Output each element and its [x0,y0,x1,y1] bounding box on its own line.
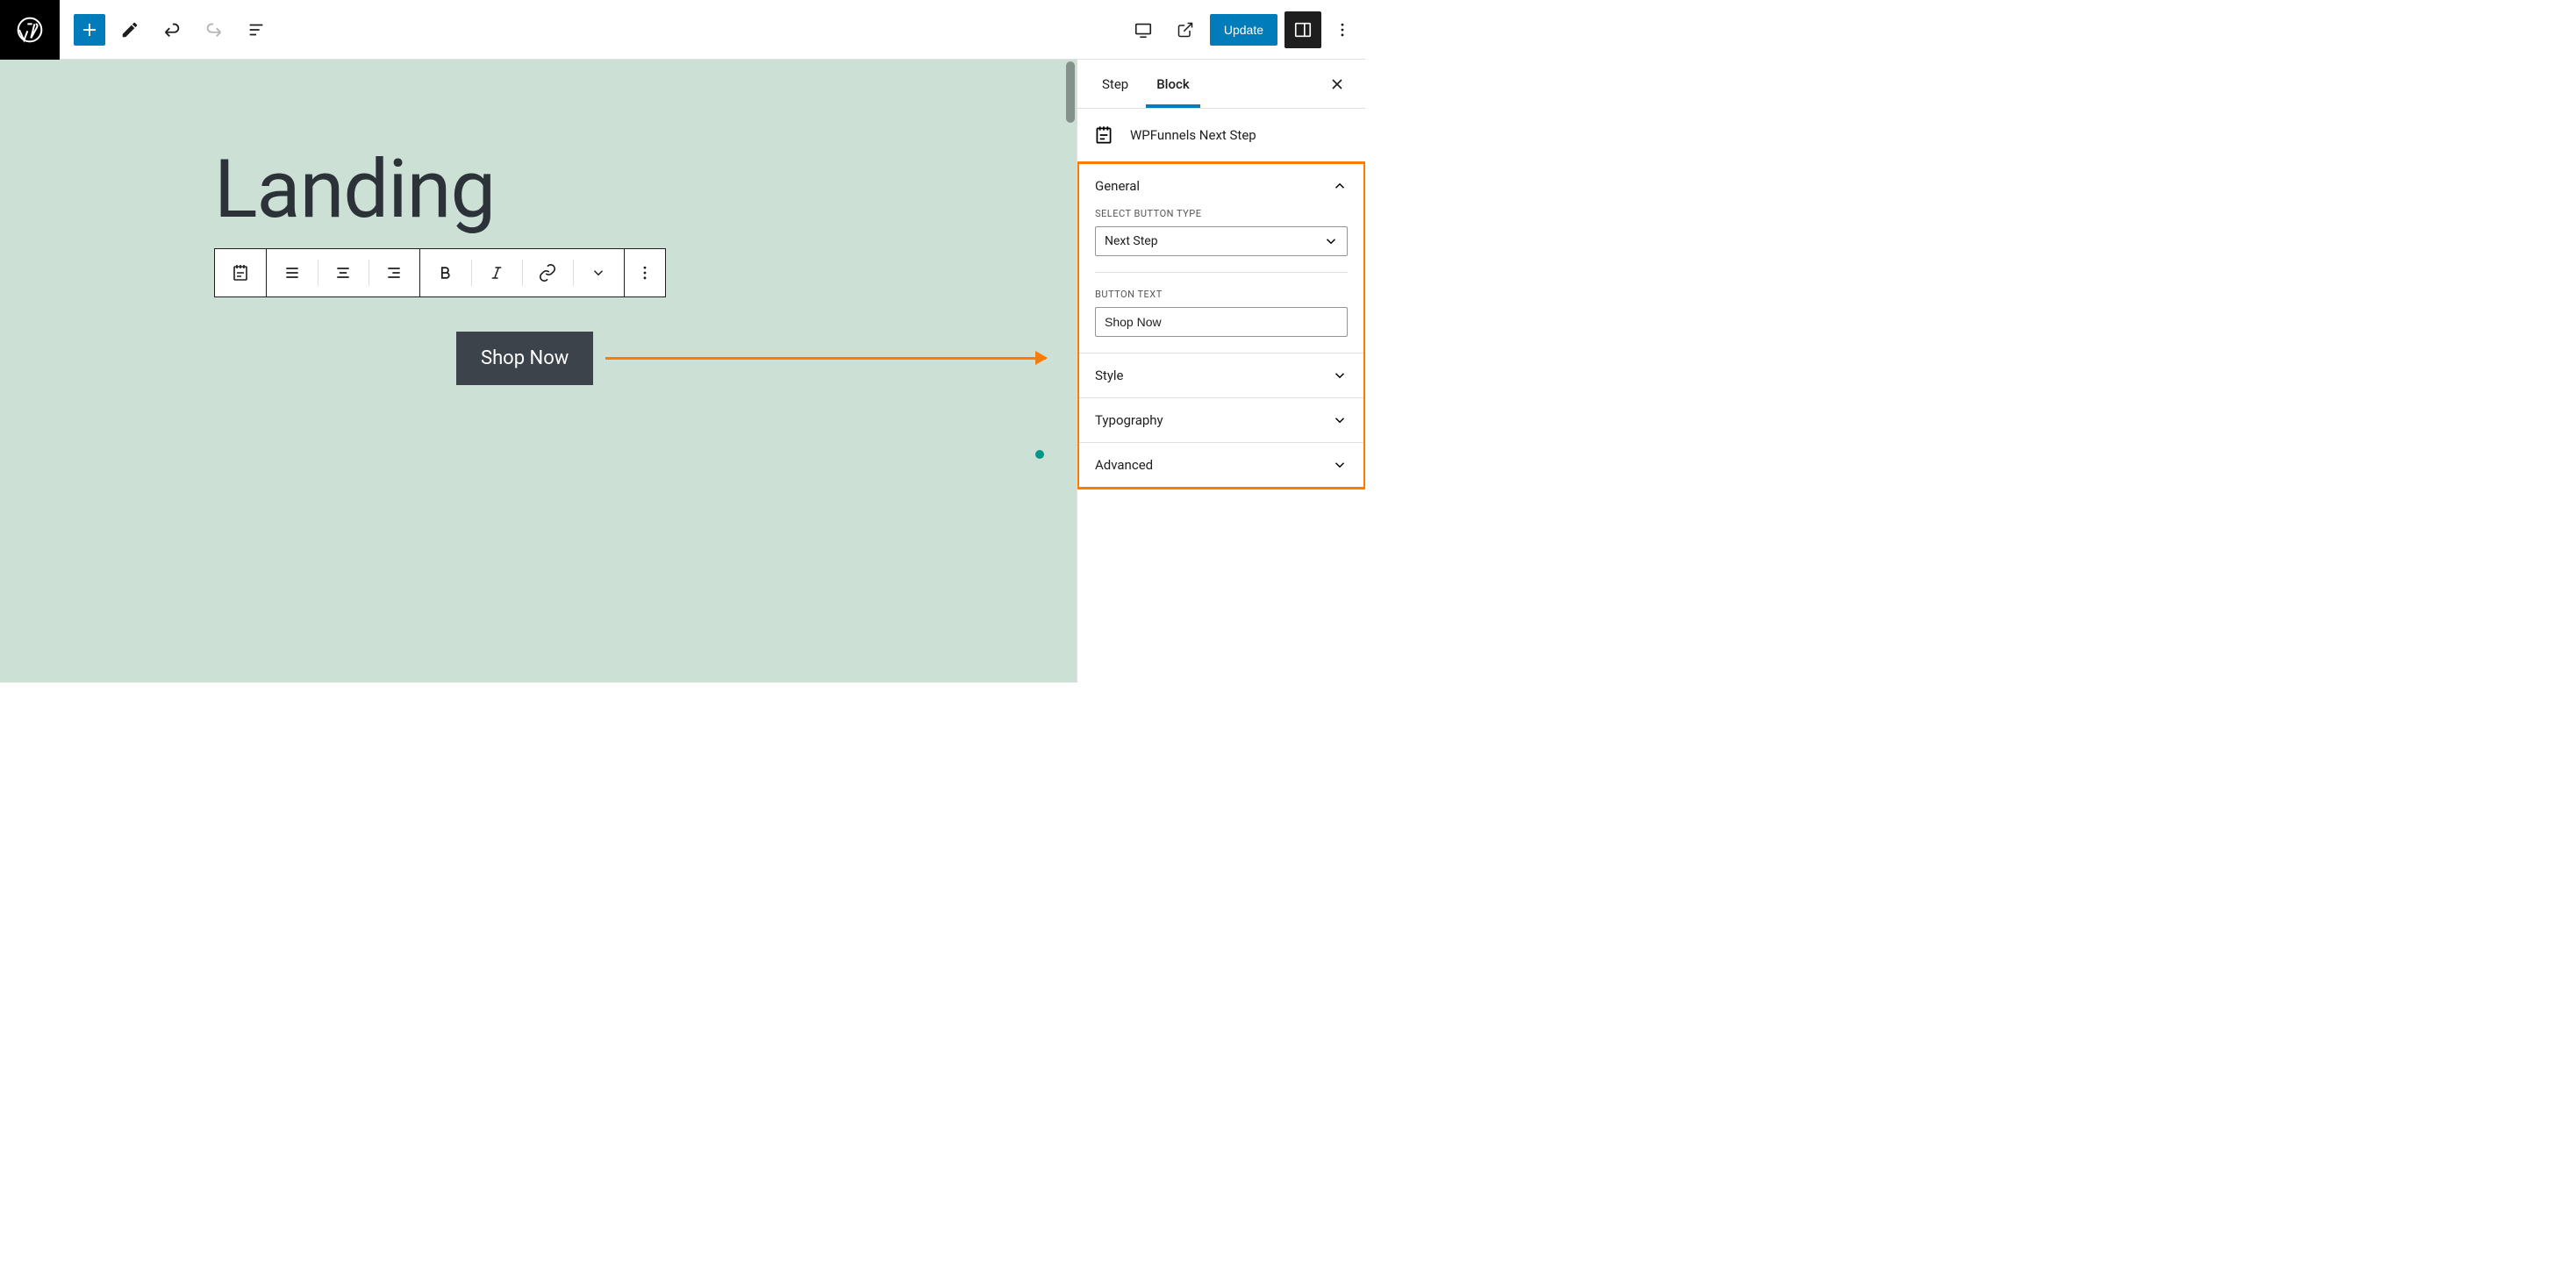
panel-style: Style [1079,354,1363,398]
close-icon [1328,75,1346,93]
tools-button[interactable] [112,12,147,47]
panel-title-label: Style [1095,368,1124,383]
sidebar-icon [1293,20,1313,39]
panel-advanced-header[interactable]: Advanced [1079,443,1363,487]
panel-title-label: General [1095,178,1140,194]
more-vertical-icon [1334,21,1351,39]
select-button-type-label: SELECT BUTTON TYPE [1095,208,1348,219]
bold-icon [437,264,454,282]
tab-block[interactable]: Block [1146,61,1199,108]
block-options-button[interactable] [625,249,665,296]
more-vertical-icon [636,264,654,282]
canvas-scrollbar[interactable] [1064,60,1077,682]
block-card: WPFunnels Next Step [1077,109,1365,162]
close-sidebar-button[interactable] [1323,70,1351,98]
bold-button[interactable] [420,249,471,296]
align-justify-button[interactable] [267,249,318,296]
wordpress-icon [16,16,44,44]
editor-canvas[interactable]: Landing [0,60,1077,682]
annotation-arrow [605,357,1046,361]
panel-typography: Typography [1079,398,1363,443]
block-name-label: WPFunnels Next Step [1130,127,1256,143]
sidebar-tabs: Step Block [1077,60,1365,109]
align-justify-icon [283,264,301,282]
view-button[interactable] [1126,12,1161,47]
align-right-button[interactable] [369,249,419,296]
panel-typography-header[interactable]: Typography [1079,398,1363,442]
settings-sidebar: Step Block WPFunnels Next Step General S… [1077,60,1365,682]
more-formatting-button[interactable] [573,249,624,296]
panel-style-header[interactable]: Style [1079,354,1363,397]
undo-icon [162,20,182,39]
button-text-label: BUTTON TEXT [1095,289,1348,300]
italic-button[interactable] [471,249,522,296]
link-icon [538,263,557,282]
chevron-down-icon [590,265,606,281]
align-center-button[interactable] [318,249,369,296]
toolbar-left-group [60,12,274,47]
align-right-icon [385,264,403,282]
scrollbar-thumb[interactable] [1066,61,1075,123]
indicator-dot [1035,450,1044,459]
next-step-button-block[interactable]: Shop Now [456,332,593,385]
page-title[interactable]: Landing [214,143,495,237]
button-text-input[interactable] [1095,307,1348,337]
update-button[interactable]: Update [1210,14,1277,46]
block-icon [1091,123,1116,147]
redo-button[interactable] [197,12,232,47]
redo-icon [204,20,224,39]
link-button[interactable] [522,249,573,296]
block-toolbar [214,248,666,297]
chevron-up-icon [1332,178,1348,194]
top-toolbar: Update [0,0,1365,60]
settings-panel-button[interactable] [1284,11,1321,48]
pencil-icon [120,20,140,39]
external-link-icon [1177,21,1194,39]
panel-general-body: SELECT BUTTON TYPE Next Step BUTTON TEXT [1079,208,1363,353]
panel-general: General SELECT BUTTON TYPE Next Step BUT… [1079,164,1363,354]
add-block-button[interactable] [74,14,105,46]
annotation-highlight-box: General SELECT BUTTON TYPE Next Step BUT… [1077,161,1365,489]
preview-button[interactable] [1168,12,1203,47]
italic-icon [489,265,504,281]
panel-title-label: Typography [1095,412,1163,428]
list-view-icon [247,20,266,39]
tab-step[interactable]: Step [1091,61,1139,108]
desktop-icon [1134,20,1153,39]
document-overview-button[interactable] [239,12,274,47]
panel-title-label: Advanced [1095,457,1153,473]
panel-divider [1095,272,1348,273]
chevron-down-icon [1332,368,1348,383]
block-type-button[interactable] [215,249,266,296]
button-type-select[interactable]: Next Step [1095,226,1348,256]
options-button[interactable] [1328,12,1356,47]
toolbar-right-group: Update [1126,11,1365,48]
chevron-down-icon [1332,457,1348,473]
main-area: Landing [0,60,1365,682]
chevron-down-icon [1332,412,1348,428]
panel-advanced: Advanced [1079,443,1363,487]
notepad-icon [230,262,251,283]
panel-general-header[interactable]: General [1079,164,1363,208]
wordpress-logo-button[interactable] [0,0,60,60]
notepad-icon [1092,124,1115,146]
align-center-icon [334,264,352,282]
plus-icon [79,19,100,40]
undo-button[interactable] [154,12,190,47]
